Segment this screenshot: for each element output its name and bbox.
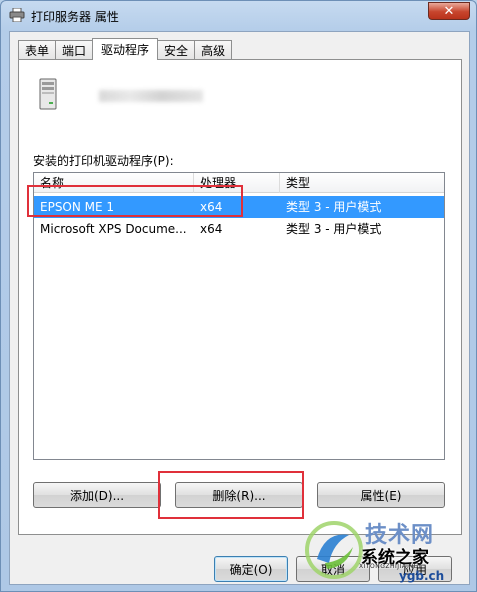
tab-forms[interactable]: 表单	[18, 40, 57, 60]
driver-name-cell: Microsoft XPS Docume...	[40, 222, 187, 236]
tab-strip: 表单 端口 驱动程序 安全 高级	[18, 38, 233, 60]
driver-type-cell: 类型 3 - 用户模式	[286, 222, 382, 236]
printer-icon	[9, 8, 25, 22]
title-bar[interactable]: 打印服务器 属性 ✕	[1, 1, 476, 29]
installed-drivers-label: 安装的打印机驱动程序(P):	[33, 154, 174, 168]
add-driver-button[interactable]: 添加(D)...	[33, 482, 161, 508]
ok-button[interactable]: 确定(O)	[214, 556, 288, 582]
watermark-logo-icon	[305, 521, 363, 579]
dialog-client-area: 表单 端口 驱动程序 安全 高级 安装的打印机驱动程序(P): 名称 处理器 类…	[9, 31, 470, 585]
drivers-listview[interactable]: 名称 处理器 类型 EPSON ME 1 x64 类型 3 - 用户模式 Mic…	[33, 172, 445, 460]
server-name-redacted	[99, 90, 203, 102]
column-header-type[interactable]: 类型	[280, 173, 446, 193]
window-title: 打印服务器 属性	[31, 10, 119, 24]
print-server-properties-window: 打印服务器 属性 ✕ 表单 端口 驱动程序 安全 高级 安装的打印机驱动程序(P…	[0, 0, 477, 592]
tab-label: 安全	[164, 44, 189, 58]
close-button[interactable]: ✕	[428, 2, 470, 20]
driver-processor-cell: x64	[200, 200, 223, 214]
watermark-url-text: ygb.ch	[399, 569, 445, 583]
table-row[interactable]: EPSON ME 1 x64 类型 3 - 用户模式	[34, 196, 444, 218]
tab-ports[interactable]: 端口	[55, 40, 94, 60]
drivers-tab-panel: 安装的打印机驱动程序(P): 名称 处理器 类型 EPSON ME 1 x64 …	[18, 59, 462, 535]
tab-label: 端口	[62, 44, 87, 58]
column-header-name[interactable]: 名称	[34, 173, 194, 193]
tab-advanced[interactable]: 高级	[194, 40, 233, 60]
close-icon: ✕	[443, 3, 455, 19]
site-watermark: 技术网 系统之家 XITONGZHIJIA.NET ygb.ch	[303, 513, 469, 585]
table-row[interactable]: Microsoft XPS Docume... x64 类型 3 - 用户模式	[34, 218, 444, 240]
tab-label: 驱动程序	[101, 43, 150, 57]
server-tower-icon	[39, 78, 57, 110]
column-header-processor[interactable]: 处理器	[194, 173, 280, 193]
tab-label: 高级	[201, 44, 226, 58]
tab-security[interactable]: 安全	[157, 40, 196, 60]
driver-properties-button[interactable]: 属性(E)	[317, 482, 445, 508]
driver-name-cell: EPSON ME 1	[40, 200, 115, 214]
remove-driver-button[interactable]: 删除(R)...	[175, 482, 303, 508]
tab-drivers[interactable]: 驱动程序	[92, 38, 159, 60]
listview-header: 名称 处理器 类型	[34, 173, 444, 193]
driver-type-cell: 类型 3 - 用户模式	[286, 200, 382, 214]
tab-label: 表单	[25, 44, 50, 58]
driver-processor-cell: x64	[200, 222, 223, 236]
